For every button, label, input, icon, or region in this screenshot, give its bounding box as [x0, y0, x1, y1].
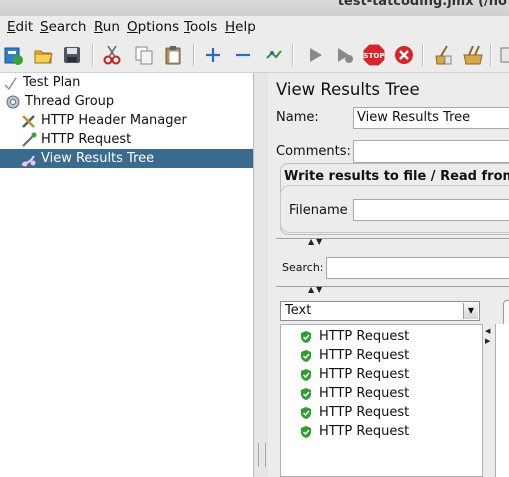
list-item[interactable]: HTTP Request	[299, 365, 409, 384]
toolbar-separator	[422, 44, 424, 66]
save-icon[interactable]	[59, 42, 85, 68]
name-field[interactable]: View Results Tree	[353, 107, 509, 129]
window-title: test-tatcoding.jmx (/ho	[337, 0, 507, 9]
shutdown-icon[interactable]	[391, 42, 417, 68]
clear-icon[interactable]	[430, 42, 456, 68]
menu-help[interactable]: Help	[225, 19, 256, 35]
menu-edit[interactable]: Edit	[7, 19, 33, 35]
paste-icon[interactable]	[160, 42, 186, 68]
list-item[interactable]: HTTP Request	[299, 346, 409, 365]
test-plan-tree: Test Plan Thread Group HTTP Header Manag…	[0, 73, 254, 477]
open-icon[interactable]	[30, 42, 56, 68]
success-shield-icon	[299, 406, 313, 420]
start-icon[interactable]	[302, 42, 328, 68]
toggle-icon[interactable]	[261, 42, 287, 68]
test-plan-icon	[2, 75, 20, 91]
svg-text:STOP: STOP	[364, 52, 385, 60]
http-request-icon	[20, 132, 38, 148]
toolbar-separator	[292, 44, 294, 66]
success-shield-icon	[299, 349, 313, 363]
toolbar: STOP	[0, 38, 509, 73]
success-shield-icon	[299, 330, 313, 344]
menu-search[interactable]: Search	[40, 19, 86, 35]
cut-icon[interactable]	[99, 42, 125, 68]
response-panel	[495, 324, 509, 477]
success-shield-icon	[299, 368, 313, 382]
splitter-grip[interactable]	[258, 443, 266, 467]
header-manager-icon	[20, 113, 38, 129]
expand-icon[interactable]	[200, 42, 226, 68]
renderer-select[interactable]: Text ▼	[280, 301, 480, 321]
name-label: Name:	[276, 110, 319, 125]
stop-icon[interactable]: STOP	[361, 42, 387, 68]
tree-node-test-plan[interactable]: Test Plan	[2, 73, 80, 92]
search-field[interactable]	[326, 257, 509, 279]
collapse-icon[interactable]	[230, 42, 256, 68]
filename-label: Filename	[289, 203, 348, 218]
function-helper-icon[interactable]	[497, 42, 509, 68]
split-pane-divider[interactable]	[254, 73, 268, 477]
comments-field[interactable]	[353, 140, 509, 163]
success-shield-icon	[299, 425, 313, 439]
tree-node-http-request[interactable]: HTTP Request	[20, 130, 131, 149]
copy-icon[interactable]	[131, 42, 157, 68]
success-shield-icon	[299, 387, 313, 401]
write-results-title: Write results to file / Read from	[284, 169, 509, 184]
toolbar-separator	[193, 44, 195, 66]
list-item[interactable]: HTTP Request	[299, 384, 409, 403]
menu-options[interactable]: Options	[127, 19, 179, 35]
menu-run[interactable]: Run	[94, 19, 120, 35]
toolbar-separator	[92, 44, 94, 66]
menu-tools[interactable]: Tools	[184, 19, 217, 35]
menu-bar: Edit Search Run Options Tools Help	[0, 16, 509, 38]
templates-icon[interactable]	[0, 42, 26, 68]
search-label: Search:	[282, 261, 324, 274]
collapse-arrows[interactable]: ▲▼	[308, 285, 324, 294]
split-arrows[interactable]: ◀ ▶	[485, 326, 490, 346]
clear-all-icon[interactable]	[460, 42, 486, 68]
list-item[interactable]: HTTP Request	[299, 403, 409, 422]
tree-node-thread-group[interactable]: Thread Group	[4, 92, 114, 111]
list-item[interactable]: HTTP Request	[299, 422, 409, 441]
chevron-down-icon[interactable]: ▼	[463, 303, 478, 319]
thread-group-icon	[4, 94, 22, 110]
comments-label: Comments:	[276, 144, 351, 159]
start-no-pause-icon[interactable]	[331, 42, 357, 68]
tree-node-view-results-tree[interactable]: View Results Tree	[0, 149, 253, 168]
response-tab[interactable]	[503, 300, 509, 326]
title-bar: test-tatcoding.jmx (/ho	[0, 0, 509, 16]
collapse-arrows[interactable]: ▲▼	[308, 237, 324, 246]
panel-title: View Results Tree	[276, 80, 420, 99]
toolbar-separator	[490, 44, 492, 66]
view-results-tree-panel: View Results Tree Name: View Results Tre…	[268, 73, 509, 477]
results-tree-icon	[20, 151, 38, 167]
results-split-divider[interactable]: ◀ ▶	[483, 324, 495, 477]
list-item[interactable]: HTTP Request	[299, 327, 409, 346]
tree-node-header-manager[interactable]: HTTP Header Manager	[20, 111, 187, 130]
filename-field[interactable]	[353, 199, 509, 221]
results-list: HTTP Request HTTP Request HTTP Request H…	[280, 324, 483, 477]
